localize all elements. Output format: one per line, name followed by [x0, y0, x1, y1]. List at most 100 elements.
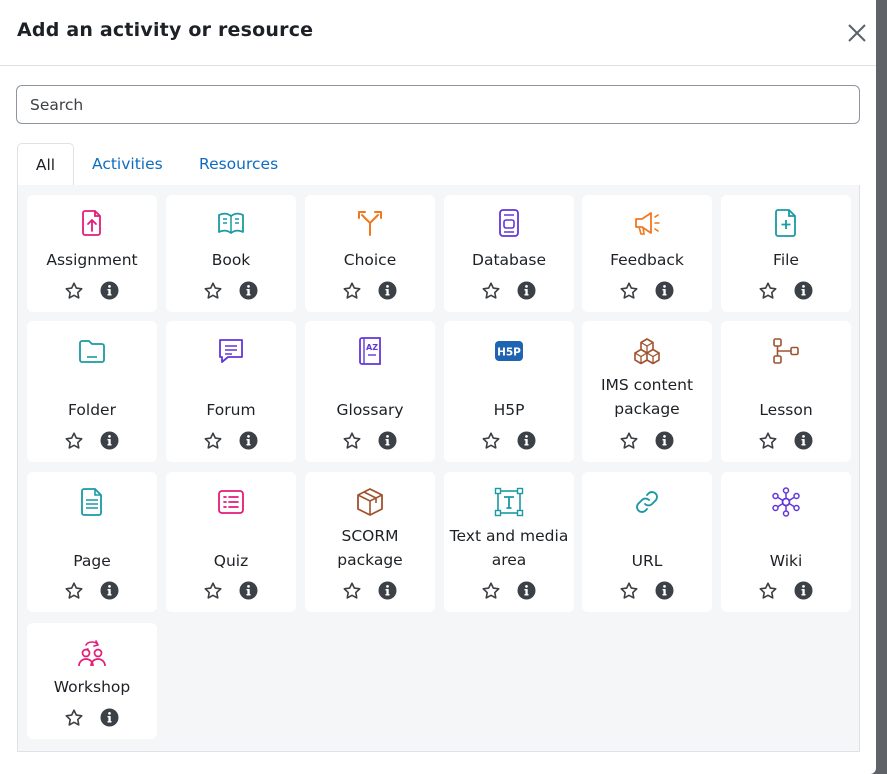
- info-icon[interactable]: [794, 281, 813, 300]
- info-icon[interactable]: [655, 281, 674, 300]
- ims-package-icon: [634, 338, 660, 365]
- forum-icon: [219, 339, 243, 363]
- star-icon[interactable]: [342, 581, 362, 601]
- module-card-url[interactable]: URL: [582, 472, 712, 612]
- module-card-database[interactable]: Database: [444, 195, 574, 312]
- module-name: H5P: [493, 401, 525, 419]
- scorm-icon: [357, 488, 383, 516]
- tab-bar: All Activities Resources: [17, 143, 860, 186]
- info-icon[interactable]: [239, 281, 258, 300]
- info-icon[interactable]: [239, 431, 258, 450]
- module-card-page[interactable]: Page: [27, 472, 157, 612]
- module-name: IMS content package: [600, 376, 694, 418]
- info-icon[interactable]: [100, 708, 119, 727]
- info-icon[interactable]: [794, 581, 813, 600]
- module-card-choice[interactable]: Choice: [305, 195, 435, 312]
- module-card-text-and-media-area[interactable]: Text and media area: [444, 472, 574, 612]
- search-input[interactable]: [16, 85, 860, 124]
- info-icon[interactable]: [378, 581, 397, 600]
- module-name: Page: [73, 552, 111, 570]
- text-media-icon: [494, 487, 524, 517]
- star-icon[interactable]: [203, 431, 223, 451]
- info-icon[interactable]: [655, 581, 674, 600]
- module-card-folder[interactable]: Folder: [27, 321, 157, 462]
- module-name: Text and media area: [449, 527, 569, 569]
- star-icon[interactable]: [342, 431, 362, 451]
- page-icon: [81, 488, 102, 516]
- module-name: Choice: [343, 251, 397, 269]
- star-icon[interactable]: [342, 281, 362, 301]
- module-name: SCORM package: [337, 527, 403, 569]
- tab-all[interactable]: All: [17, 143, 74, 186]
- info-icon[interactable]: [517, 581, 536, 600]
- choice-icon: [358, 211, 382, 236]
- url-icon: [636, 491, 658, 513]
- star-icon[interactable]: [64, 281, 84, 301]
- star-icon[interactable]: [203, 581, 223, 601]
- database-icon: [499, 209, 519, 237]
- lesson-icon: [773, 338, 799, 364]
- star-icon[interactable]: [481, 581, 501, 601]
- star-icon[interactable]: [758, 431, 778, 451]
- info-icon[interactable]: [517, 431, 536, 450]
- module-card-file[interactable]: File: [721, 195, 851, 312]
- module-name: Assignment: [46, 251, 138, 269]
- module-card-book[interactable]: Book: [166, 195, 296, 312]
- module-name: Glossary: [336, 401, 404, 419]
- star-icon[interactable]: [619, 581, 639, 601]
- folder-icon: [79, 340, 105, 363]
- module-name: Feedback: [610, 251, 684, 269]
- modal-title: Add an activity or resource: [17, 19, 314, 41]
- info-icon[interactable]: [794, 431, 813, 450]
- book-icon: [218, 212, 244, 234]
- module-card-scorm-package[interactable]: SCORM package: [305, 472, 435, 612]
- module-card-quiz[interactable]: Quiz: [166, 472, 296, 612]
- info-icon[interactable]: [655, 431, 674, 450]
- star-icon[interactable]: [758, 281, 778, 301]
- star-icon[interactable]: [481, 281, 501, 301]
- info-icon[interactable]: [100, 431, 119, 450]
- module-card-lesson[interactable]: Lesson: [721, 321, 851, 462]
- module-name: Wiki: [769, 552, 803, 570]
- module-card-wiki[interactable]: Wiki: [721, 472, 851, 612]
- workshop-icon: [78, 640, 106, 667]
- module-card-forum[interactable]: Forum: [166, 321, 296, 462]
- module-name: Quiz: [213, 552, 249, 570]
- module-name: Workshop: [53, 678, 131, 696]
- module-name: Forum: [206, 401, 256, 419]
- feedback-icon: [635, 212, 660, 235]
- module-card-glossary[interactable]: AZ Glossary: [305, 321, 435, 462]
- star-icon[interactable]: [619, 431, 639, 451]
- module-card-ims-content-package[interactable]: IMS content package: [582, 321, 712, 462]
- module-card-workshop[interactable]: Workshop: [27, 623, 157, 739]
- assignment-icon: [82, 210, 101, 236]
- info-icon[interactable]: [517, 281, 536, 300]
- info-icon[interactable]: [378, 281, 397, 300]
- h5p-icon: H5P: [495, 341, 523, 361]
- star-icon[interactable]: [203, 281, 223, 301]
- file-icon: [775, 209, 796, 237]
- tab-resources[interactable]: Resources: [182, 143, 295, 186]
- module-card-feedback[interactable]: Feedback: [582, 195, 712, 312]
- star-icon[interactable]: [481, 431, 501, 451]
- quiz-icon: [218, 490, 244, 514]
- module-card-assignment[interactable]: Assignment: [27, 195, 157, 312]
- star-icon[interactable]: [758, 581, 778, 601]
- star-icon[interactable]: [64, 581, 84, 601]
- info-icon[interactable]: [100, 281, 119, 300]
- svg-text:AZ: AZ: [366, 343, 378, 352]
- module-name: File: [773, 251, 799, 269]
- info-icon[interactable]: [239, 581, 258, 600]
- info-icon[interactable]: [378, 431, 397, 450]
- module-name: Book: [211, 251, 251, 269]
- tab-activities[interactable]: Activities: [75, 143, 180, 186]
- star-icon[interactable]: [64, 708, 84, 728]
- info-icon[interactable]: [100, 581, 119, 600]
- module-card-h5p[interactable]: H5P H5P: [444, 321, 574, 462]
- close-icon[interactable]: [845, 21, 869, 45]
- star-icon[interactable]: [64, 431, 84, 451]
- add-activity-modal: Add an activity or resource All Activiti…: [0, 0, 876, 774]
- module-name: Lesson: [759, 401, 813, 419]
- modules-panel: Assignment Book Choice Database Feedback File…: [17, 185, 860, 752]
- star-icon[interactable]: [619, 281, 639, 301]
